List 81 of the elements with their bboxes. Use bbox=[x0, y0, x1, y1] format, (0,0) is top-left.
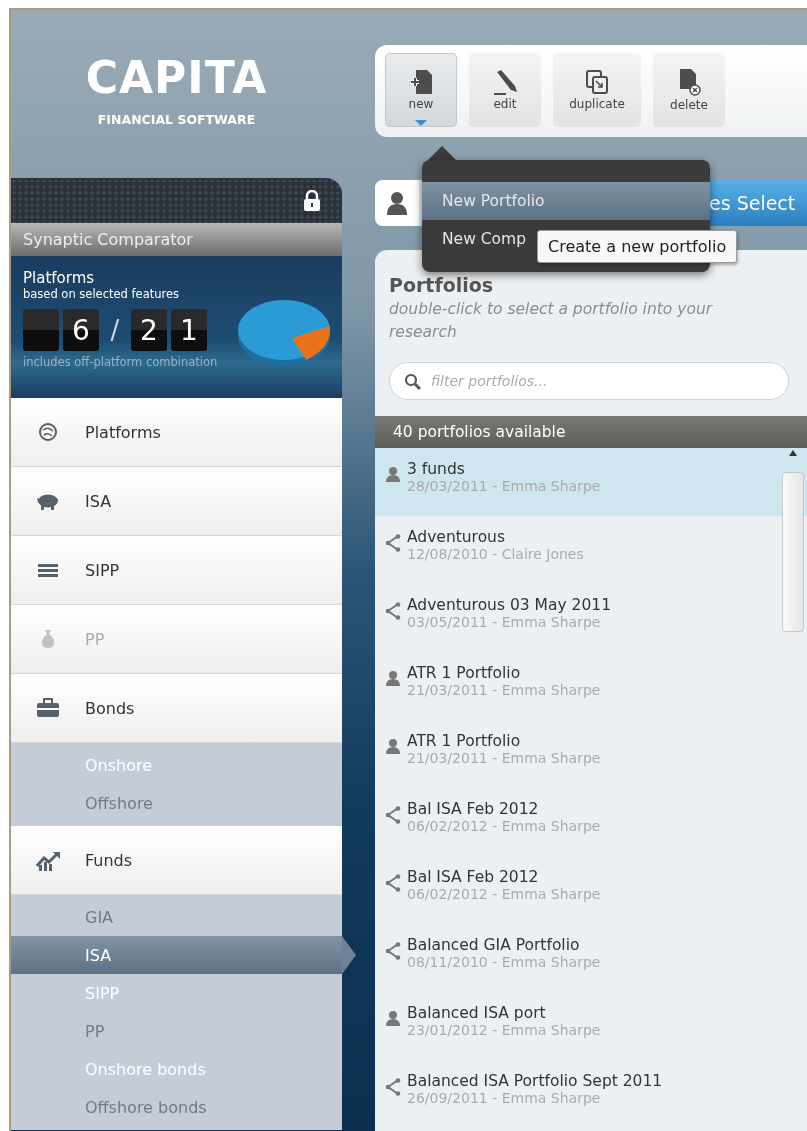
portfolio-meta: 21/03/2011 - Emma Sharpe bbox=[407, 750, 601, 766]
logo-wordmark: CAPITA bbox=[85, 54, 268, 102]
portfolio-row[interactable]: Bal ISA Feb 2012 06/02/2012 - Emma Sharpe bbox=[375, 788, 779, 856]
toolbar-button[interactable]: delete bbox=[653, 53, 725, 127]
person-icon bbox=[385, 738, 401, 754]
dropdown-caret-icon bbox=[415, 120, 427, 126]
search-icon bbox=[404, 372, 421, 390]
portfolio-name: Adventurous 03 May 2011 bbox=[407, 596, 611, 614]
portfolio-meta: 06/02/2012 - Emma Sharpe bbox=[407, 886, 601, 902]
share-icon bbox=[385, 806, 401, 824]
person-icon bbox=[386, 191, 408, 215]
blank-digit-tile bbox=[23, 309, 59, 351]
portfolio-row[interactable]: Balanced GIA Portfolio 08/11/2010 - Emma Sharpe bbox=[375, 924, 779, 992]
pointer-arrow bbox=[342, 936, 356, 974]
share-icon bbox=[385, 942, 401, 960]
add-document-icon bbox=[409, 69, 433, 95]
portfolio-meta: 23/01/2012 - Emma Sharpe bbox=[407, 1022, 601, 1038]
share-icon bbox=[385, 1078, 401, 1096]
portfolio-meta: 08/11/2010 - Emma Sharpe bbox=[407, 954, 601, 970]
portfolio-name: Bal ISA Feb 2012 bbox=[407, 868, 540, 886]
portfolio-meta: 28/03/2011 - Emma Sharpe bbox=[407, 478, 601, 494]
portfolio-row[interactable]: 3 funds 28/03/2011 - Emma Sharpe bbox=[375, 448, 807, 516]
stack-icon bbox=[37, 561, 59, 579]
portfolio-name: Adventurous bbox=[407, 528, 507, 546]
panel-hint: double-click to select a portfolio into your research bbox=[388, 299, 714, 343]
digit-tile: 6 bbox=[63, 309, 99, 351]
portfolio-name: ATR 1 Portfolio bbox=[407, 664, 522, 682]
person-icon bbox=[385, 1010, 401, 1026]
toolbar-button[interactable]: edit bbox=[469, 53, 541, 127]
pencil-icon bbox=[492, 69, 518, 95]
portfolio-row[interactable]: Balanced ISA port 23/01/2012 - Emma Sharpe bbox=[375, 992, 779, 1060]
portfolio-row[interactable]: Balanced ISA Portfolio Sept 2011 26/09/2011 - Emma Sharpe bbox=[375, 1060, 779, 1128]
logo-tagline: FINANCIAL SOFTWARE bbox=[97, 112, 256, 127]
portfolio-name: 3 funds bbox=[407, 460, 466, 478]
portfolio-row[interactable]: Bal ISA Feb 2012 06/02/2012 - Emma Sharpe bbox=[375, 856, 779, 924]
delete-document-icon bbox=[677, 68, 701, 96]
sidebar-item[interactable]: Platforms bbox=[11, 398, 342, 467]
digit-tile: 2 bbox=[131, 309, 167, 351]
person-icon bbox=[385, 466, 401, 482]
portfolio-name: Balanced GIA Portfolio bbox=[407, 936, 581, 954]
submenu-item[interactable]: ISA bbox=[11, 936, 342, 974]
portfolio-meta: 26/09/2011 - Emma Sharpe bbox=[407, 1090, 602, 1106]
portfolio-row[interactable]: ATR 1 Portfolio 21/03/2011 - Emma Sharpe bbox=[375, 720, 779, 788]
panel-title: Portfolios bbox=[388, 273, 495, 296]
money-bag-icon bbox=[39, 628, 57, 650]
summary-subtitle: based on selected features bbox=[23, 287, 181, 301]
count-separator: / bbox=[109, 315, 121, 345]
sidebar-item[interactable]: Funds bbox=[11, 826, 342, 895]
portfolio-name: ATR 1 Portfolio bbox=[407, 732, 522, 750]
portfolio-name: Balanced ISA Portfolio Sept 2011 bbox=[407, 1072, 663, 1090]
search-field[interactable]: filter portfolios... bbox=[389, 362, 789, 400]
share-icon bbox=[385, 534, 401, 552]
toolbar-button[interactable]: duplicate bbox=[553, 53, 641, 127]
count-bar: 40 portfolios available bbox=[375, 416, 807, 448]
portfolio-row[interactable]: Adventurous 03 May 2011 03/05/2011 - Emma Sharpe bbox=[375, 584, 779, 652]
portfolio-row[interactable]: ATR 1 Portfolio 21/03/2011 - Emma Sharpe bbox=[375, 652, 779, 720]
toolbar-button[interactable]: new bbox=[385, 53, 457, 127]
tab-button[interactable] bbox=[375, 180, 419, 226]
portfolio-meta: 06/02/2012 - Emma Sharpe bbox=[407, 818, 601, 834]
digit-tile: 1 bbox=[171, 309, 207, 351]
share-icon bbox=[385, 602, 401, 620]
portfolio-name: Balanced ISA port bbox=[407, 1004, 547, 1022]
sidebar-item[interactable]: ISA bbox=[11, 467, 342, 536]
portfolio-meta: 21/03/2011 - Emma Sharpe bbox=[407, 682, 601, 698]
filter-field[interactable]: filter portfolios... bbox=[431, 373, 774, 389]
portfolio-row[interactable]: Adventurous 12/08/2010 - Claire Jones bbox=[375, 516, 779, 584]
sidebar-item[interactable]: Bonds bbox=[11, 674, 342, 743]
portfolio-meta: 12/08/2010 - Claire Jones bbox=[407, 546, 584, 562]
panel-title: Synaptic Comparator bbox=[11, 223, 342, 256]
summary-title: Platforms bbox=[23, 270, 96, 287]
globe-icon bbox=[38, 422, 58, 442]
summary-note: includes off-platform combination bbox=[23, 355, 218, 369]
scrollbar-thumb[interactable] bbox=[782, 472, 804, 632]
copy-icon bbox=[585, 69, 609, 95]
share-icon bbox=[385, 874, 401, 892]
portfolio-meta: 03/05/2011 - Emma Sharpe bbox=[407, 614, 602, 630]
sidebar-item[interactable]: SIPP bbox=[11, 536, 342, 605]
briefcase-icon bbox=[36, 697, 60, 719]
person-icon bbox=[385, 670, 401, 686]
portfolio-name: Bal ISA Feb 2012 bbox=[407, 800, 540, 818]
tooltip: Create a new portfolio bbox=[537, 230, 738, 263]
